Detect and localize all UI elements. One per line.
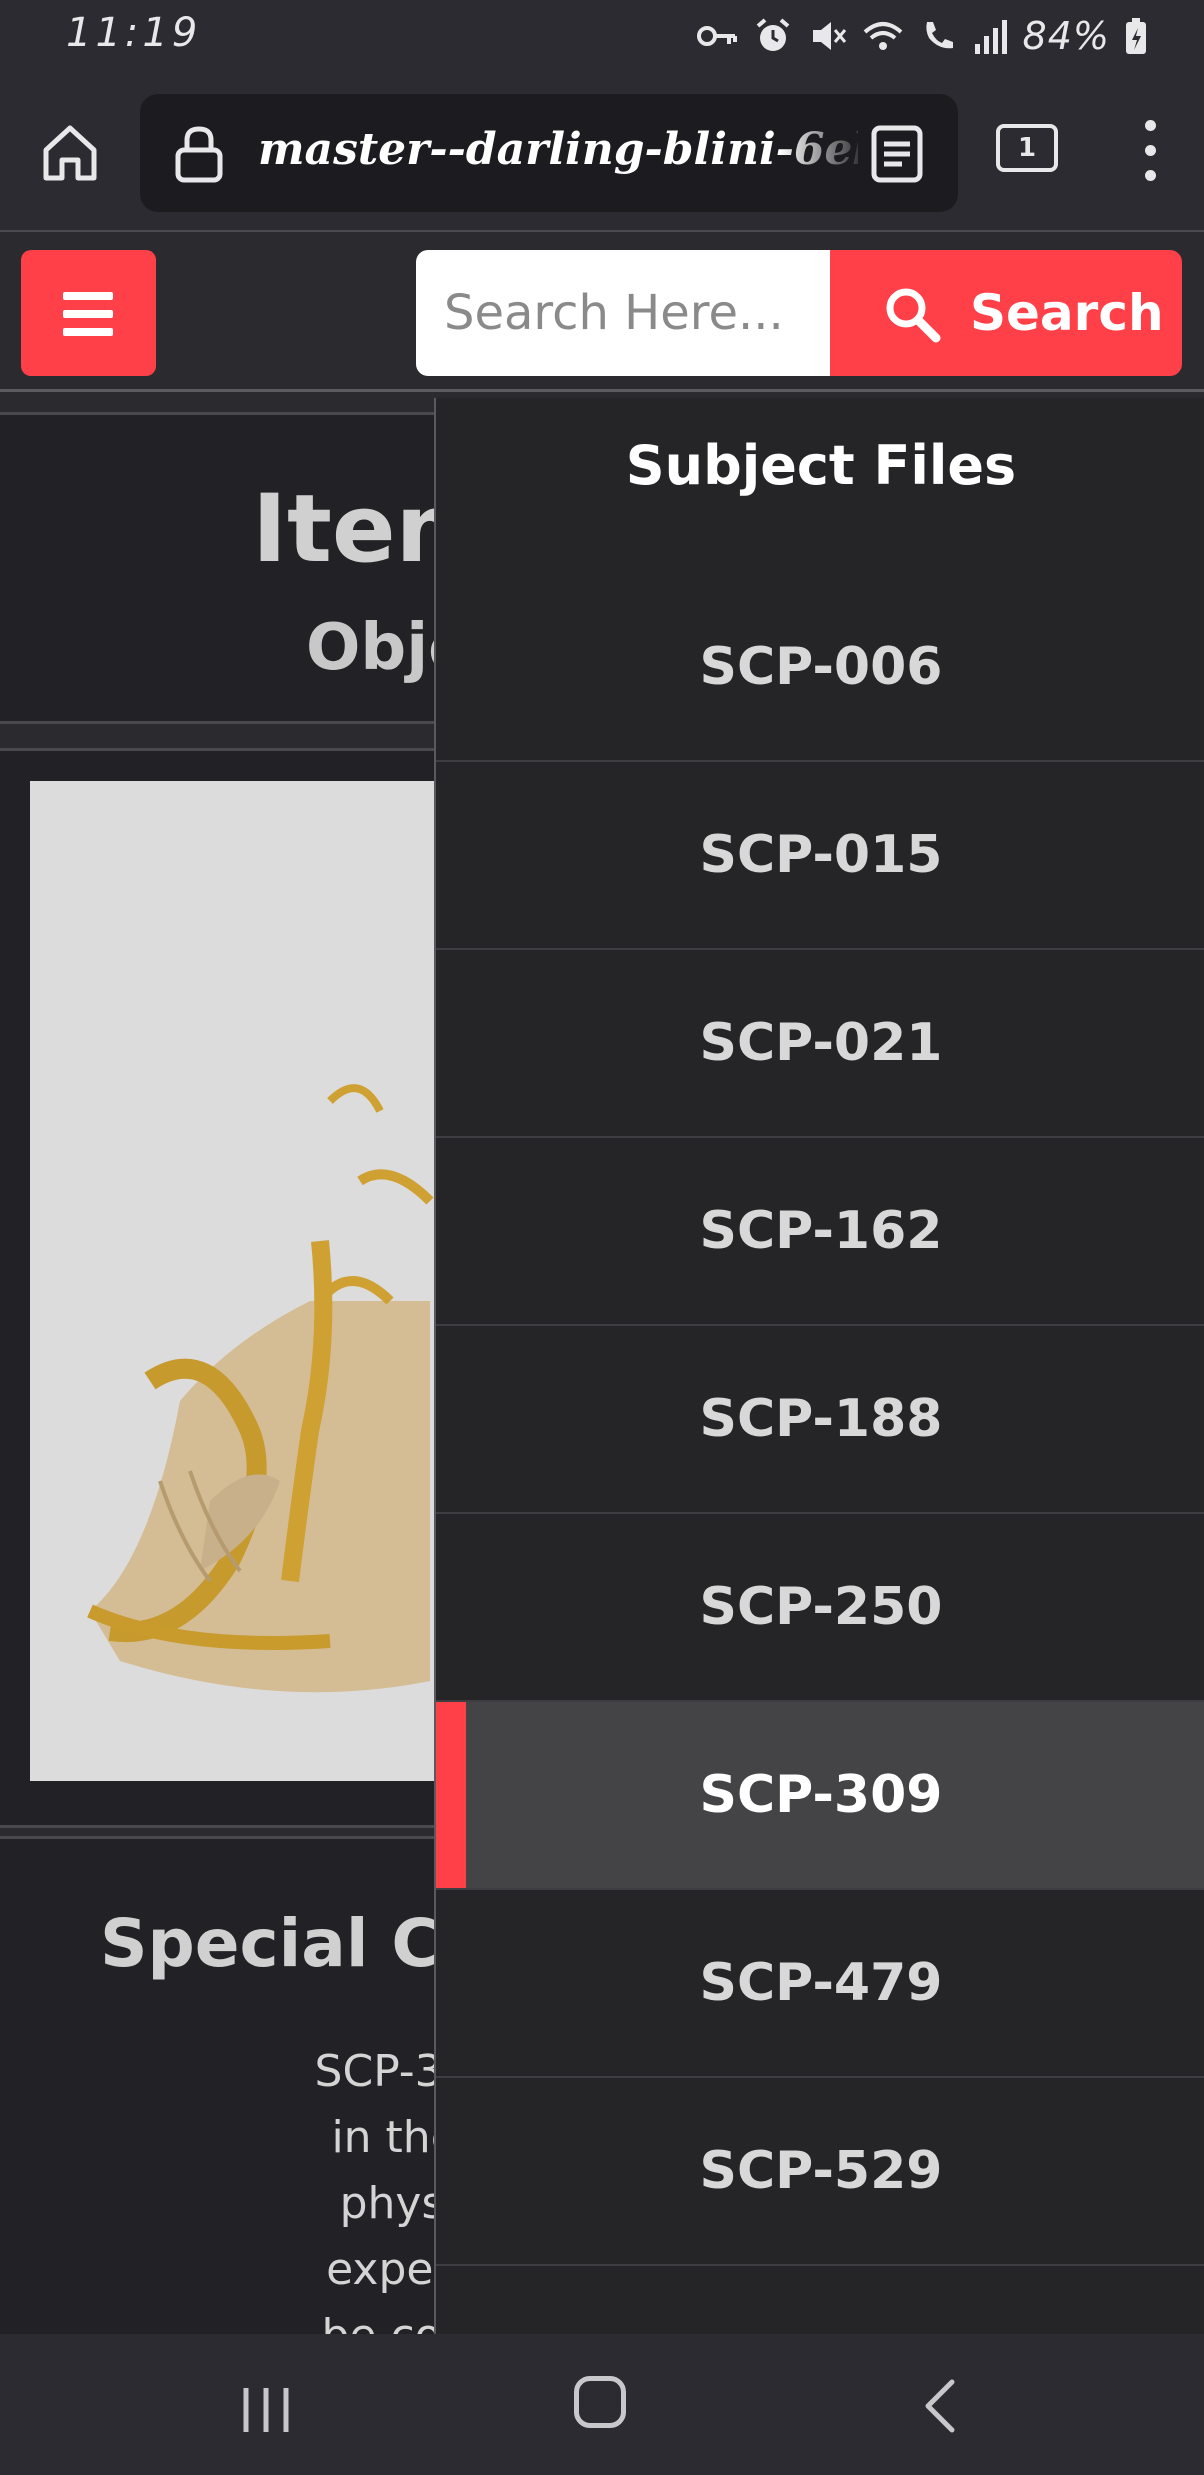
drawer-item-label: SCP-015 [699, 825, 943, 885]
drawer-item-scp-250[interactable]: SCP-250 [436, 1514, 1204, 1702]
hamburger-icon [63, 292, 113, 300]
drawer-item-label: SCP-021 [699, 1013, 943, 1073]
subject-files-drawer: Subject Files SCP-006 SCP-015 SCP-021 SC… [434, 398, 1204, 2334]
drawer-item-label: SCP-006 [699, 637, 943, 697]
back-icon[interactable] [920, 2378, 960, 2434]
url-fade [780, 114, 870, 194]
drawer-item-scp-006[interactable]: SCP-006 [436, 574, 1204, 762]
search-input[interactable] [444, 278, 824, 348]
reader-mode-icon[interactable] [870, 124, 924, 184]
search-button-label: Search [970, 284, 1164, 342]
search-icon [886, 288, 941, 343]
wifi-call-icon [925, 22, 953, 49]
home-icon [43, 125, 97, 181]
drawer-item-scp-162[interactable]: SCP-162 [436, 1138, 1204, 1326]
battery-percent: 84% [1022, 14, 1110, 58]
system-nav-bar [0, 2334, 1204, 2475]
alarm-icon [756, 18, 789, 51]
vpn-key-icon [696, 26, 737, 46]
drawer-item-scp-021[interactable]: SCP-021 [436, 950, 1204, 1138]
wifi-icon [863, 22, 902, 50]
drawer-item-scp-479[interactable]: SCP-479 [436, 1890, 1204, 2078]
hamburger-icon-bar [63, 328, 113, 336]
url-text: master--darling-blini-6eb [258, 124, 858, 175]
battery-charging-icon [1126, 18, 1146, 54]
drawer-item-label: SCP-529 [699, 2141, 943, 2201]
drawer-item-scp-015[interactable]: SCP-015 [436, 762, 1204, 950]
drawer-item-label: SCP-309 [699, 1765, 943, 1825]
search-button[interactable]: Search [830, 250, 1182, 376]
address-bar[interactable]: master--darling-blini-6eb [140, 94, 958, 212]
drawer-item-scp-663[interactable]: SCP-663 [436, 2266, 1204, 2334]
status-bar: 11:19 84% [0, 0, 1204, 72]
site-header: Search [0, 232, 1204, 392]
drawer-item-label: SCP-663 [436, 2266, 1204, 2334]
drawer-item-label: SCP-162 [699, 1201, 943, 1261]
recents-icon[interactable] [240, 2384, 292, 2436]
lock-icon [175, 126, 223, 183]
drawer-list: SCP-006 SCP-015 SCP-021 SCP-162 SCP-188 … [436, 574, 1204, 2334]
hamburger-menu-button[interactable] [21, 250, 156, 376]
drawer-item-scp-188[interactable]: SCP-188 [436, 1326, 1204, 1514]
tabs-button[interactable]: 1 [996, 124, 1058, 172]
drawer-title: Subject Files [625, 434, 1017, 497]
signal-icon [974, 20, 1007, 54]
drawer-item-scp-309[interactable]: SCP-309 [436, 1702, 1204, 1890]
browser-home-button[interactable] [36, 118, 104, 186]
drawer-item-label: SCP-479 [699, 1953, 943, 2013]
mute-icon [812, 22, 846, 50]
browser-toolbar: master--darling-blini-6eb 1 [0, 72, 1204, 232]
status-icons: 84% [695, 14, 1148, 58]
home-nav-icon[interactable] [574, 2376, 626, 2428]
screen: 11:19 84% master--darling-blini-6eb 1 Se… [0, 0, 1204, 2475]
hamburger-icon-bar [63, 310, 113, 318]
drawer-item-label: SCP-250 [699, 1577, 943, 1637]
search-field[interactable] [416, 250, 836, 376]
drawer-item-label: SCP-188 [699, 1389, 943, 1449]
status-time: 11:19 [66, 10, 202, 56]
drawer-item-scp-529[interactable]: SCP-529 [436, 2078, 1204, 2266]
more-menu-icon[interactable] [1140, 120, 1160, 184]
